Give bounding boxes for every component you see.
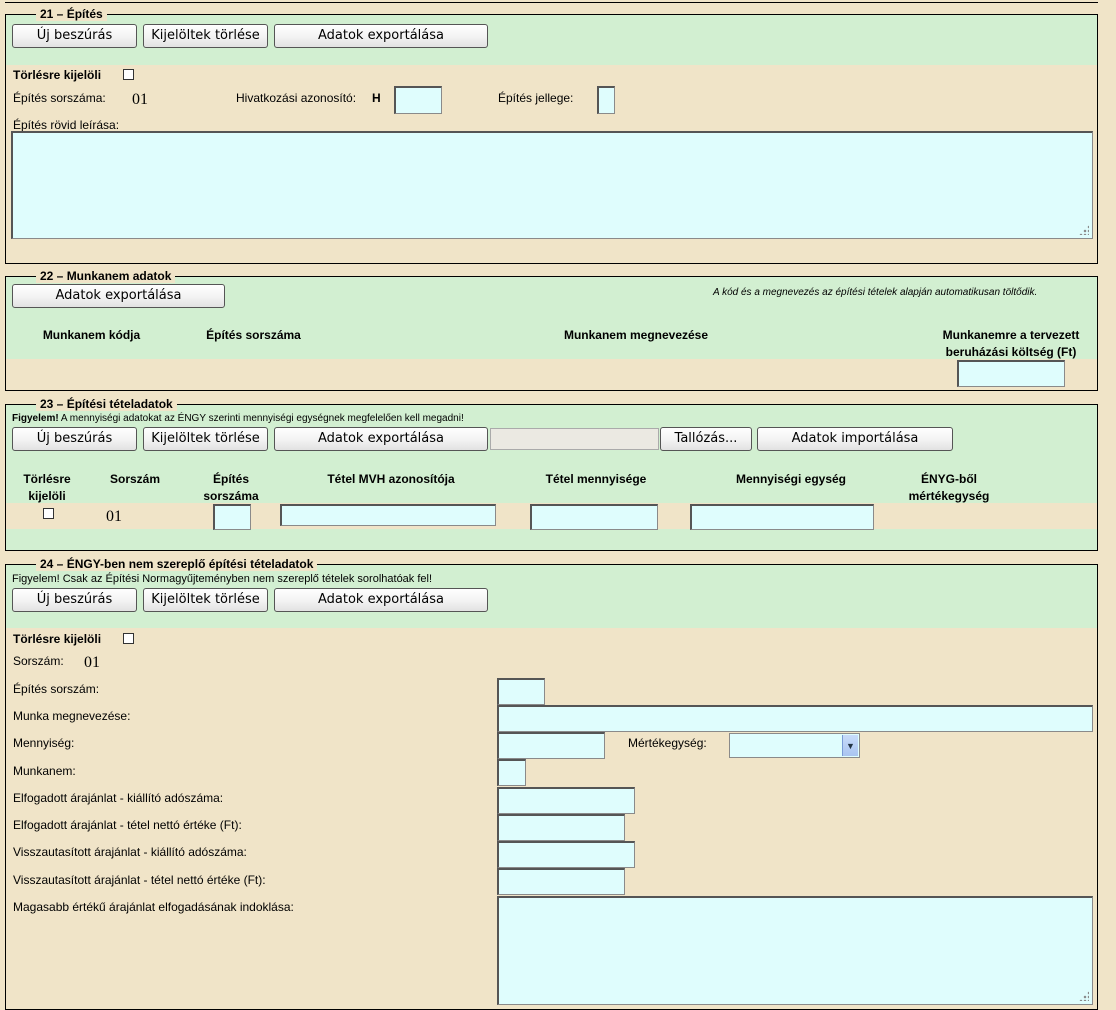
accepted-tax-label: Elfogadott árajánlat - kiállító adószáma… — [13, 791, 224, 805]
seq-value: 01 — [84, 654, 100, 671]
export-data-button[interactable]: Adatok exportálása — [274, 588, 488, 612]
col-work-type-code: Munkanem kódja — [42, 328, 141, 342]
col-item-quantity: Tétel mennyisége — [545, 472, 647, 486]
seq-label: Sorszám: — [13, 654, 64, 668]
section-23-legend: 23 – Építési tételadatok — [36, 397, 177, 411]
row-construction-seq-input[interactable] — [213, 504, 251, 530]
justification-textarea[interactable] — [497, 896, 1093, 1005]
insert-button[interactable]: Új beszúrás — [12, 427, 137, 451]
work-name-input[interactable] — [497, 705, 1093, 732]
accepted-net-input[interactable] — [497, 814, 625, 841]
export-data-button[interactable]: Adatok exportálása — [274, 427, 488, 451]
delete-selected-button[interactable]: Kijelöltek törlése — [143, 24, 268, 48]
top-divider — [5, 2, 1098, 3]
row-item-mvh-id-input[interactable] — [280, 504, 496, 526]
unit-label: Mértékegység: — [628, 736, 707, 750]
export-data-button[interactable]: Adatok exportálása — [274, 24, 488, 48]
section-24-legend: 24 – ÉNGY-ben nem szereplő építési tétel… — [36, 557, 318, 571]
delete-selected-button[interactable]: Kijelöltek törlése — [143, 588, 268, 612]
chevron-down-icon[interactable]: ▼ — [842, 735, 858, 756]
justification-label: Magasabb értékű árajánlat elfogadásának … — [13, 900, 294, 914]
mark-delete-label: Törlésre kijelöli — [13, 632, 102, 646]
construction-type-label: Építés jellege: — [498, 91, 574, 105]
work-name-label: Munka megnevezése: — [13, 709, 131, 723]
col-planned-cost: Munkanemre a tervezett beruházási költsé… — [942, 328, 1080, 359]
section-23-construction-items: 23 – Építési tételadatok Figyelem! A men… — [5, 397, 1098, 551]
row-item-quantity-input[interactable] — [530, 504, 658, 530]
row-quantity-unit-input[interactable] — [690, 504, 874, 530]
delete-selected-button[interactable]: Kijelöltek törlése — [143, 427, 268, 451]
mark-delete-checkbox[interactable] — [123, 633, 134, 644]
accepted-net-label: Elfogadott árajánlat - tétel nettó érték… — [13, 818, 242, 832]
section-21-construction: 21 – Építés Új beszúrás Kijelöltek törlé… — [5, 7, 1098, 264]
row-seq-value: 01 — [106, 508, 122, 525]
browse-button[interactable]: Tallózás... — [660, 427, 752, 451]
row-mark-delete-checkbox[interactable] — [43, 508, 54, 519]
section-21-legend: 21 – Építés — [36, 7, 107, 21]
col-seq: Sorszám — [109, 472, 161, 486]
quantity-input[interactable] — [497, 732, 605, 759]
col-work-type-name: Munkanem megnevezése — [563, 328, 709, 342]
work-type-label: Munkanem: — [13, 764, 76, 778]
quantity-warning: Figyelem! A mennyiségi adatokat az ÉNGY … — [12, 413, 464, 424]
col-item-mvh-id: Tétel MVH azonosítója — [327, 472, 455, 486]
warning-bold: Figyelem! — [12, 413, 59, 424]
col-quantity-unit: Mennyiségi egység — [735, 472, 847, 486]
rejected-net-input[interactable] — [497, 868, 625, 895]
section-24-non-engy-items: 24 – ÉNGY-ben nem szereplő építési tétel… — [5, 557, 1098, 1010]
reference-id-prefix: H — [372, 91, 381, 105]
construction-seq-label: Építés sorszáma: — [13, 91, 106, 105]
planned-cost-input[interactable] — [957, 360, 1065, 387]
import-data-button[interactable]: Adatok importálása — [757, 427, 953, 451]
work-type-input[interactable] — [497, 759, 526, 786]
quantity-label: Mennyiség: — [13, 736, 75, 750]
short-description-textarea[interactable] — [11, 131, 1093, 239]
rejected-tax-label: Visszautasított árajánlat - kiállító adó… — [13, 845, 247, 859]
construction-seq-label: Építés sorszám: — [13, 682, 100, 696]
auto-fill-note: A kód és a megnevezés az építési tételek… — [713, 287, 1038, 298]
import-file-path-field[interactable] — [490, 428, 659, 450]
mark-delete-label: Törlésre kijelöli — [13, 68, 102, 82]
reference-id-label: Hivatkozási azonosító: — [236, 91, 357, 105]
resize-grip-icon[interactable] — [1079, 225, 1089, 235]
unit-select[interactable]: ▼ — [729, 733, 860, 758]
reference-id-input[interactable] — [394, 86, 442, 114]
warning-text: A mennyiségi adatokat az ÉNGY szerinti m… — [58, 413, 464, 424]
insert-button[interactable]: Új beszúrás — [12, 588, 137, 612]
construction-seq-value: 01 — [132, 91, 148, 108]
col-engy-unit: ÉNYG-ből mértékegység — [908, 472, 990, 503]
section-22-legend: 22 – Munkanem adatok — [36, 269, 176, 283]
footer-band — [6, 529, 1097, 550]
section-22-work-types: 22 – Munkanem adatok Adatok exportálása … — [5, 269, 1098, 391]
col-mark-delete: Törlésre kijelöli — [23, 472, 71, 503]
construction-seq-input[interactable] — [497, 678, 545, 705]
resize-grip-icon[interactable] — [1079, 991, 1089, 1001]
non-engy-warning: Figyelem! Csak az Építési Normagyűjtemén… — [12, 573, 433, 585]
rejected-tax-input[interactable] — [497, 841, 635, 868]
insert-button[interactable]: Új beszúrás — [12, 24, 137, 48]
mark-delete-checkbox[interactable] — [123, 69, 134, 80]
short-description-label: Építés rövid leírása: — [13, 118, 120, 132]
accepted-tax-input[interactable] — [497, 787, 635, 814]
col-construction-seq: Építés sorszáma — [206, 328, 301, 342]
construction-type-input[interactable] — [597, 86, 615, 114]
export-data-button[interactable]: Adatok exportálása — [12, 284, 225, 308]
rejected-net-label: Visszautasított árajánlat - tétel nettó … — [13, 873, 266, 887]
col-construction-seq: Építés sorszáma — [203, 472, 259, 503]
